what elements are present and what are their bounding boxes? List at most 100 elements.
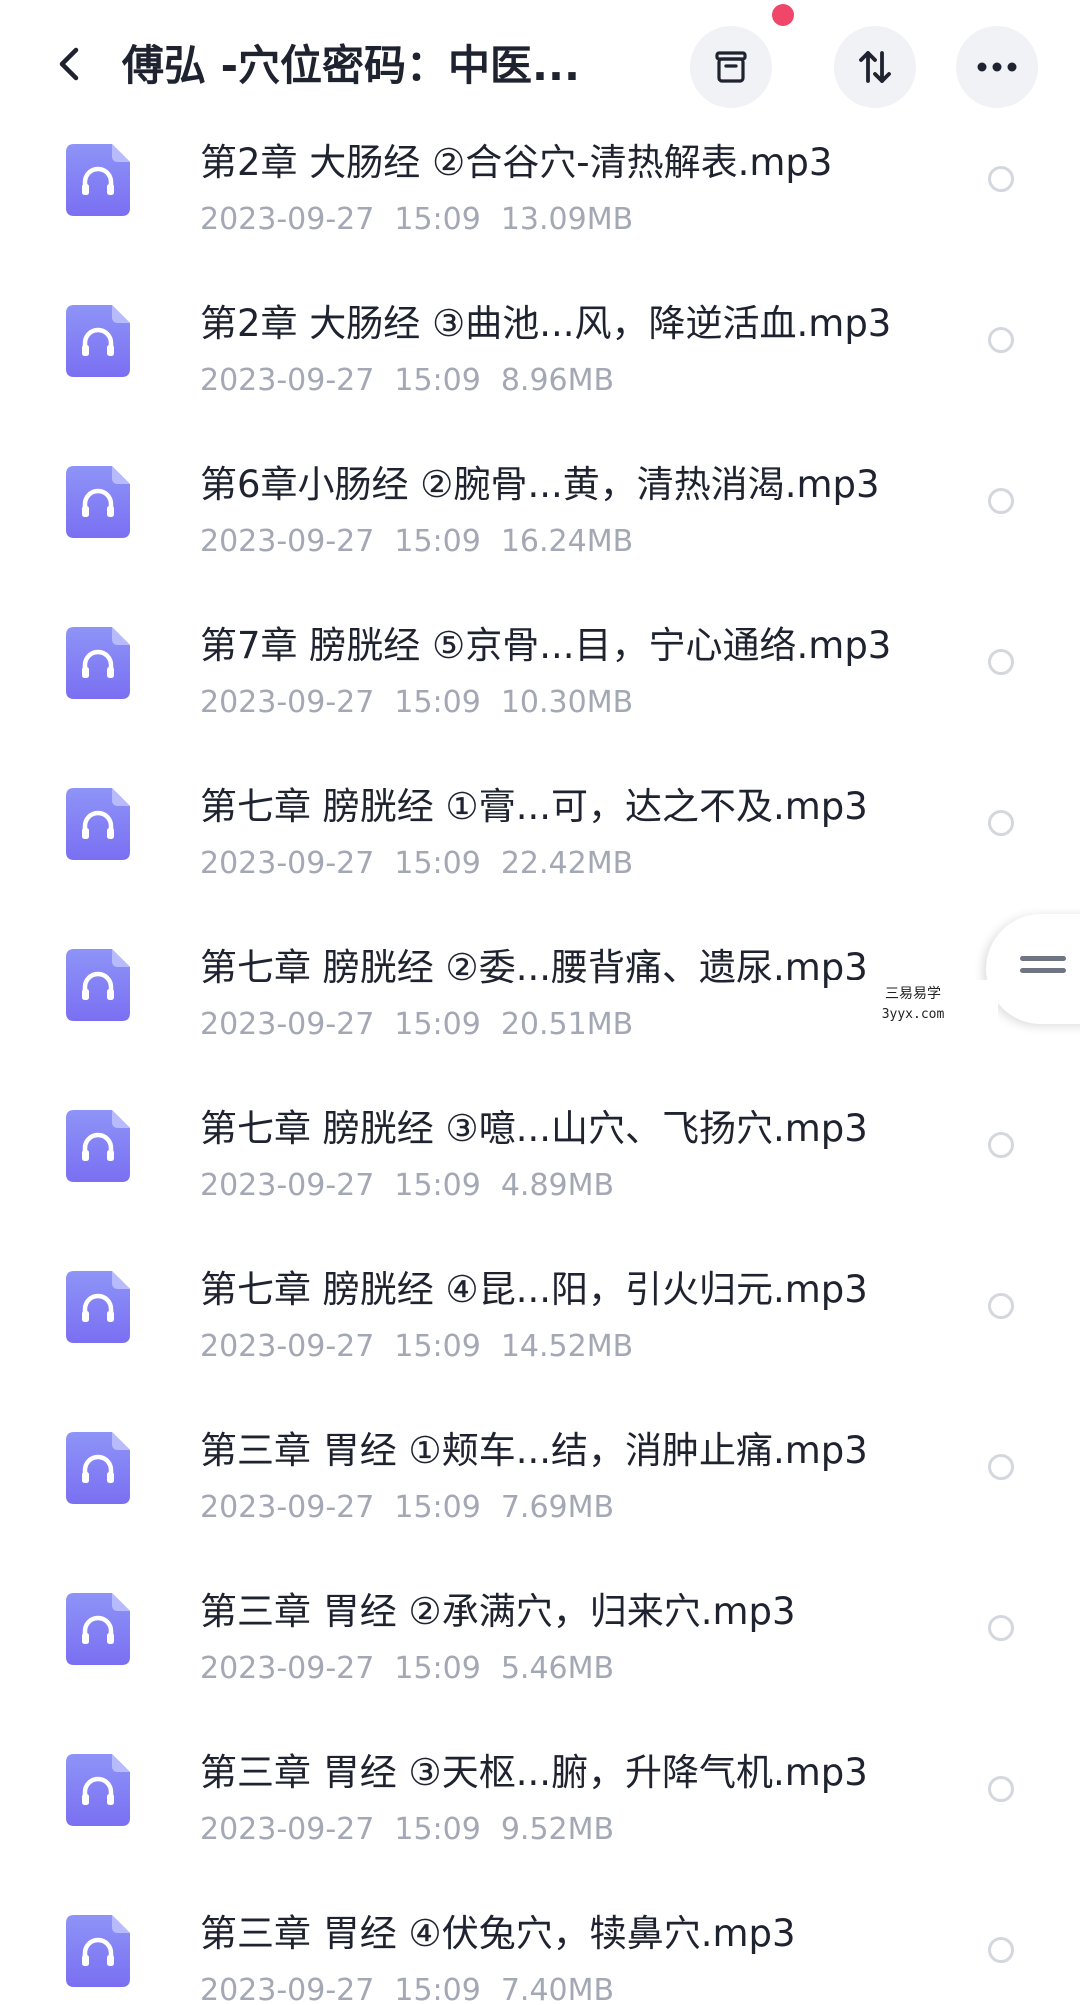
file-size: 10.30MB (500, 685, 634, 720)
file-time: 15:09 (394, 1490, 481, 1525)
drag-handle-icon (1020, 968, 1066, 973)
file-date: 2023-09-27 (200, 524, 375, 559)
audio-file-icon (66, 305, 130, 377)
select-radio[interactable] (988, 1132, 1014, 1158)
file-name: 第七章 膀胱经 ①膏...可，达之不及.mp3 (200, 785, 868, 828)
file-meta: 2023-09-27 15:09 7.40MB (200, 1971, 634, 2005)
audio-file-icon (66, 788, 130, 860)
file-meta: 2023-09-27 15:09 5.46MB (200, 1649, 634, 1689)
file-meta: 2023-09-27 15:09 9.52MB (200, 1810, 634, 1850)
audio-file-icon (66, 144, 130, 216)
file-date: 2023-09-27 (200, 1812, 375, 1847)
audio-file-icon (66, 1110, 130, 1182)
file-meta: 2023-09-27 15:09 22.42MB (200, 844, 653, 884)
file-time: 15:09 (394, 1973, 481, 2005)
file-size: 22.42MB (500, 846, 634, 881)
file-name: 第三章 胃经 ②承满穴，归来穴.mp3 (200, 1590, 796, 1633)
file-name: 第七章 膀胱经 ③噫...山穴、飞扬穴.mp3 (200, 1107, 868, 1150)
audio-file-icon (66, 1754, 130, 1826)
list-item[interactable]: 第三章 胃经 ④伏兔穴，犊鼻穴.mp3 2023-09-27 15:09 7.40MB (0, 1891, 1080, 2005)
file-date: 2023-09-27 (200, 1007, 375, 1042)
file-time: 15:09 (394, 1007, 481, 1042)
file-date: 2023-09-27 (200, 1329, 375, 1364)
file-list-page: 傅弘 -穴位密码：中医... 第2章 大肠经 ②合谷穴-清热解表.mp3 202… (0, 0, 1080, 2005)
select-radio[interactable] (988, 1937, 1014, 1963)
back-button[interactable] (40, 34, 100, 94)
audio-file-icon (66, 1432, 130, 1504)
file-date: 2023-09-27 (200, 1168, 375, 1203)
list-item[interactable]: 第7章 膀胱经 ⑤京骨...目，宁心通络.mp3 2023-09-27 15:09 1… (0, 603, 1080, 764)
file-date: 2023-09-27 (200, 1490, 375, 1525)
audio-file-icon (66, 949, 130, 1021)
file-meta: 2023-09-27 15:09 7.69MB (200, 1488, 634, 1528)
list-item[interactable]: 第三章 胃经 ①颊车...结，消肿止痛.mp3 2023-09-27 15:09 7.… (0, 1408, 1080, 1569)
chevron-left-icon (59, 47, 79, 81)
audio-file-icon (66, 1915, 130, 1987)
file-name: 第2章 大肠经 ②合谷穴-清热解表.mp3 (200, 141, 833, 184)
select-radio[interactable] (988, 1293, 1014, 1319)
file-size: 20.51MB (500, 1007, 634, 1042)
page-title: 傅弘 -穴位密码：中医... (122, 41, 580, 90)
file-name: 第6章小肠经 ②腕骨...黄，清热消渴.mp3 (200, 463, 880, 506)
file-name: 第7章 膀胱经 ⑤京骨...目，宁心通络.mp3 (200, 624, 892, 667)
more-dots-icon (977, 62, 1017, 72)
file-meta: 2023-09-27 15:09 10.30MB (200, 683, 653, 723)
file-time: 15:09 (394, 685, 481, 720)
file-time: 15:09 (394, 524, 481, 559)
file-name: 第2章 大肠经 ③曲池...风，降逆活血.mp3 (200, 302, 892, 345)
select-radio[interactable] (988, 1615, 1014, 1641)
file-meta: 2023-09-27 15:09 14.52MB (200, 1327, 653, 1367)
select-radio[interactable] (988, 810, 1014, 836)
list-item[interactable]: 第七章 膀胱经 ④昆...阳，引火归元.mp3 2023-09-27 15:09 14… (0, 1247, 1080, 1408)
list-item[interactable]: 第6章小肠经 ②腕骨...黄，清热消渴.mp3 2023-09-27 15:09 16… (0, 442, 1080, 603)
select-radio[interactable] (988, 1454, 1014, 1480)
file-size: 7.40MB (500, 1973, 615, 2005)
watermark-text: 三易易学 (885, 986, 941, 1002)
file-meta: 2023-09-27 15:09 20.51MB (200, 1005, 653, 1045)
file-size: 16.24MB (500, 524, 634, 559)
file-list: 第2章 大肠经 ②合谷穴-清热解表.mp3 2023-09-27 15:09 13.0… (0, 120, 1080, 2005)
audio-file-icon (66, 1271, 130, 1343)
file-date: 2023-09-27 (200, 846, 375, 881)
drag-handle-icon (1020, 956, 1066, 961)
audio-file-icon (66, 627, 130, 699)
file-date: 2023-09-27 (200, 1973, 375, 2005)
file-size: 9.52MB (500, 1812, 615, 1847)
file-time: 15:09 (394, 846, 481, 881)
list-item[interactable]: 第三章 胃经 ②承满穴，归来穴.mp3 2023-09-27 15:09 5.46MB (0, 1569, 1080, 1730)
archive-box-icon (715, 51, 747, 83)
file-size: 7.69MB (500, 1490, 615, 1525)
list-item[interactable]: 第七章 膀胱经 ③噫...山穴、飞扬穴.mp3 2023-09-27 15:09 4.… (0, 1086, 1080, 1247)
watermark-url: 3yyx.com (881, 1007, 945, 1022)
sort-arrows-icon (859, 51, 891, 83)
select-radio[interactable] (988, 1776, 1014, 1802)
list-item[interactable]: 第2章 大肠经 ③曲池...风，降逆活血.mp3 2023-09-27 15:09 8… (0, 281, 1080, 442)
file-time: 15:09 (394, 202, 481, 237)
notification-dot (772, 4, 794, 26)
select-radio[interactable] (988, 166, 1014, 192)
file-time: 15:09 (394, 363, 481, 398)
file-name: 第三章 胃经 ④伏兔穴，犊鼻穴.mp3 (200, 1912, 796, 1955)
sort-button[interactable] (834, 26, 916, 108)
select-radio[interactable] (988, 649, 1014, 675)
file-time: 15:09 (394, 1329, 481, 1364)
file-date: 2023-09-27 (200, 202, 375, 237)
file-meta: 2023-09-27 15:09 13.09MB (200, 200, 653, 240)
file-name: 第七章 膀胱经 ②委...腰背痛、遗尿.mp3 (200, 946, 868, 989)
list-item[interactable]: 第三章 胃经 ③天枢...腑，升降气机.mp3 2023-09-27 15:09 9.… (0, 1730, 1080, 1891)
file-size: 5.46MB (500, 1651, 615, 1686)
audio-file-icon (66, 1593, 130, 1665)
file-meta: 2023-09-27 15:09 8.96MB (200, 361, 634, 401)
file-date: 2023-09-27 (200, 363, 375, 398)
list-item[interactable]: 第2章 大肠经 ②合谷穴-清热解表.mp3 2023-09-27 15:09 13.0… (0, 120, 1080, 281)
file-size: 13.09MB (500, 202, 634, 237)
file-time: 15:09 (394, 1812, 481, 1847)
archive-button[interactable] (690, 26, 772, 108)
file-time: 15:09 (394, 1168, 481, 1203)
audio-file-icon (66, 466, 130, 538)
select-radio[interactable] (988, 488, 1014, 514)
list-item[interactable]: 第七章 膀胱经 ①膏...可，达之不及.mp3 2023-09-27 15:09 22… (0, 764, 1080, 925)
select-radio[interactable] (988, 327, 1014, 353)
file-date: 2023-09-27 (200, 1651, 375, 1686)
more-button[interactable] (956, 26, 1038, 108)
